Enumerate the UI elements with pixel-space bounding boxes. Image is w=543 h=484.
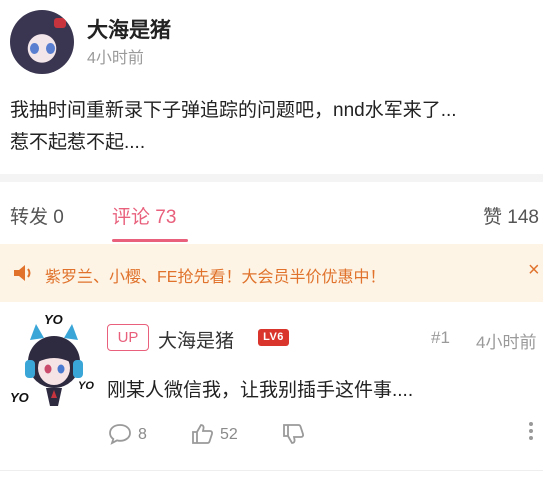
post-content: 我抽时间重新录下子弹追踪的问题吧，nnd水军来了... 惹不起惹不起.... (10, 95, 538, 159)
like-count: 52 (220, 426, 238, 443)
comment-actions: 8 52 (0, 420, 543, 450)
level-badge: LV6 (258, 329, 289, 346)
more-options-icon[interactable] (528, 422, 534, 444)
author-avatar[interactable] (10, 10, 74, 74)
author-name[interactable]: 大海是猪 (87, 14, 171, 44)
post-content-line: 我抽时间重新录下子弹追踪的问题吧，nnd水军来了... (10, 100, 457, 121)
reply-count: 8 (138, 426, 147, 443)
post-time: 4小时前 (87, 50, 144, 67)
comment-text: 刚某人微信我，让我别插手这件事.... (107, 380, 414, 401)
active-tab-indicator (112, 239, 188, 242)
avatar-yo-text: YO (10, 390, 29, 405)
tab-like[interactable]: 赞 148 (483, 202, 539, 229)
avatar-yo-text: YO (78, 380, 94, 392)
thumbs-up-icon[interactable] (190, 423, 214, 445)
comment-item: YO YO YO UP 大海是猪 LV6 #1 4小时前 刚某人微信我，让我别插… (0, 302, 543, 472)
avatar-bow (54, 18, 66, 28)
comment-time: 4小时前 (476, 333, 537, 352)
close-icon[interactable]: × (528, 259, 540, 282)
up-badge: UP (107, 324, 149, 351)
tab-comment[interactable]: 评论 73 (112, 202, 176, 229)
reply-icon[interactable] (108, 423, 132, 445)
avatar-eye-right (46, 43, 55, 54)
post-header: 大海是猪 4小时前 (0, 0, 543, 90)
post-content-line: 惹不起惹不起.... (10, 132, 146, 153)
avatar-yo-text: YO (44, 312, 63, 327)
promo-text: 紫罗兰、小樱、FE抢先看！大会员半价优惠中！ (45, 269, 386, 286)
section-divider (0, 174, 543, 182)
promo-banner[interactable]: 紫罗兰、小樱、FE抢先看！大会员半价优惠中！ × (0, 244, 543, 302)
speaker-icon (14, 265, 31, 281)
thumbs-down-icon[interactable] (281, 423, 305, 445)
commenter-name[interactable]: 大海是猪 (158, 326, 234, 353)
comment-divider (0, 470, 543, 471)
avatar-eye-left (30, 43, 39, 54)
post-tabs: 转发 0 评论 73 赞 148 (0, 182, 543, 244)
tab-repost[interactable]: 转发 0 (10, 202, 64, 229)
floor-number: #1 (431, 328, 450, 347)
